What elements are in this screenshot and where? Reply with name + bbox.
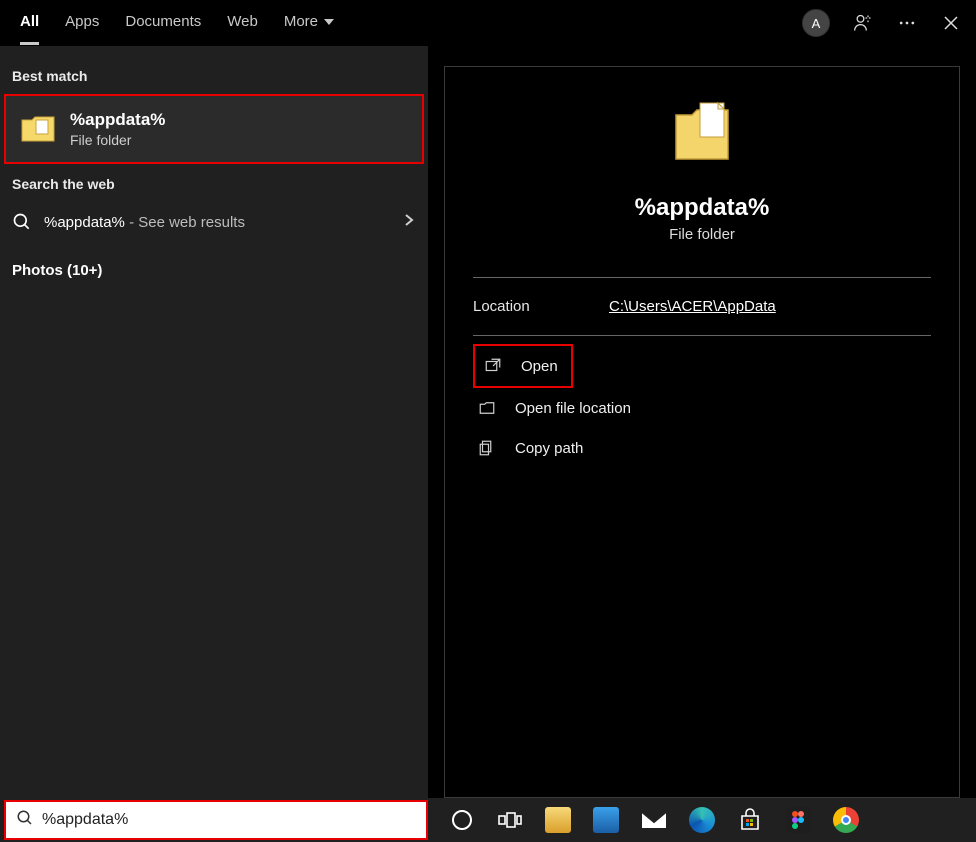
- detail-title: %appdata%: [473, 194, 931, 222]
- chevron-down-icon: [324, 13, 334, 30]
- tab-more[interactable]: More: [284, 1, 334, 45]
- cortana-icon[interactable]: [446, 804, 478, 836]
- feedback-icon[interactable]: [852, 12, 874, 34]
- open-icon: [483, 356, 503, 376]
- search-icon: [16, 809, 34, 832]
- tab-more-label: More: [284, 13, 318, 30]
- store-icon[interactable]: [734, 804, 766, 836]
- main-area: Best match %appdata% File folder Search …: [0, 46, 976, 798]
- search-header: All Apps Documents Web More A: [0, 0, 976, 46]
- mail-icon[interactable]: [638, 804, 670, 836]
- best-match-text: %appdata% File folder: [70, 110, 165, 148]
- header-right-icons: A: [802, 9, 968, 37]
- tab-all[interactable]: All: [20, 1, 39, 45]
- folder-icon: [20, 114, 56, 144]
- tab-web[interactable]: Web: [227, 1, 258, 45]
- taskbar-tray: [432, 804, 976, 836]
- web-search-result[interactable]: %appdata% - See web results: [0, 202, 428, 242]
- detail-subtitle: File folder: [473, 226, 931, 243]
- web-search-suffix: - See web results: [125, 214, 245, 231]
- task-view-icon[interactable]: [494, 804, 526, 836]
- photos-header[interactable]: Photos (10+): [0, 242, 428, 289]
- detail-card: %appdata% File folder Location C:\Users\…: [444, 66, 960, 798]
- tab-documents[interactable]: Documents: [125, 1, 201, 45]
- taskbar: [0, 798, 976, 842]
- avatar[interactable]: A: [802, 9, 830, 37]
- close-icon[interactable]: [940, 12, 962, 34]
- result-subtitle: File folder: [70, 132, 165, 148]
- action-open-location-label: Open file location: [515, 400, 631, 417]
- taskbar-search-input[interactable]: [42, 811, 426, 829]
- settings-app-icon[interactable]: [590, 804, 622, 836]
- best-match-header: Best match: [0, 56, 428, 94]
- result-title: %appdata%: [70, 110, 165, 130]
- action-open-location[interactable]: Open file location: [473, 388, 931, 428]
- location-value[interactable]: C:\Users\ACER\AppData: [609, 298, 776, 315]
- action-copy-path-label: Copy path: [515, 440, 583, 457]
- figma-icon[interactable]: [782, 804, 814, 836]
- web-search-text: %appdata% - See web results: [44, 214, 390, 231]
- edge-icon[interactable]: [686, 804, 718, 836]
- search-icon: [12, 212, 32, 232]
- location-label: Location: [473, 298, 609, 315]
- file-explorer-icon[interactable]: [542, 804, 574, 836]
- chevron-right-icon: [402, 213, 416, 232]
- search-web-header: Search the web: [0, 164, 428, 202]
- action-open-label: Open: [521, 358, 558, 375]
- detail-column: %appdata% File folder Location C:\Users\…: [428, 46, 976, 798]
- results-column: Best match %appdata% File folder Search …: [0, 46, 428, 798]
- web-search-term: %appdata%: [44, 214, 125, 231]
- copy-icon: [477, 438, 497, 458]
- action-copy-path[interactable]: Copy path: [473, 428, 931, 468]
- more-options-icon[interactable]: [896, 12, 918, 34]
- tab-apps[interactable]: Apps: [65, 1, 99, 45]
- filter-tabs: All Apps Documents Web More: [0, 0, 334, 46]
- chrome-icon[interactable]: [830, 804, 862, 836]
- folder-open-icon: [477, 398, 497, 418]
- location-row: Location C:\Users\ACER\AppData: [473, 277, 931, 336]
- taskbar-search[interactable]: [4, 800, 428, 840]
- action-open[interactable]: Open: [473, 344, 573, 388]
- best-match-result[interactable]: %appdata% File folder: [4, 94, 424, 164]
- detail-actions: Open Open file location Copy path: [473, 344, 931, 468]
- folder-large-icon: [672, 95, 732, 172]
